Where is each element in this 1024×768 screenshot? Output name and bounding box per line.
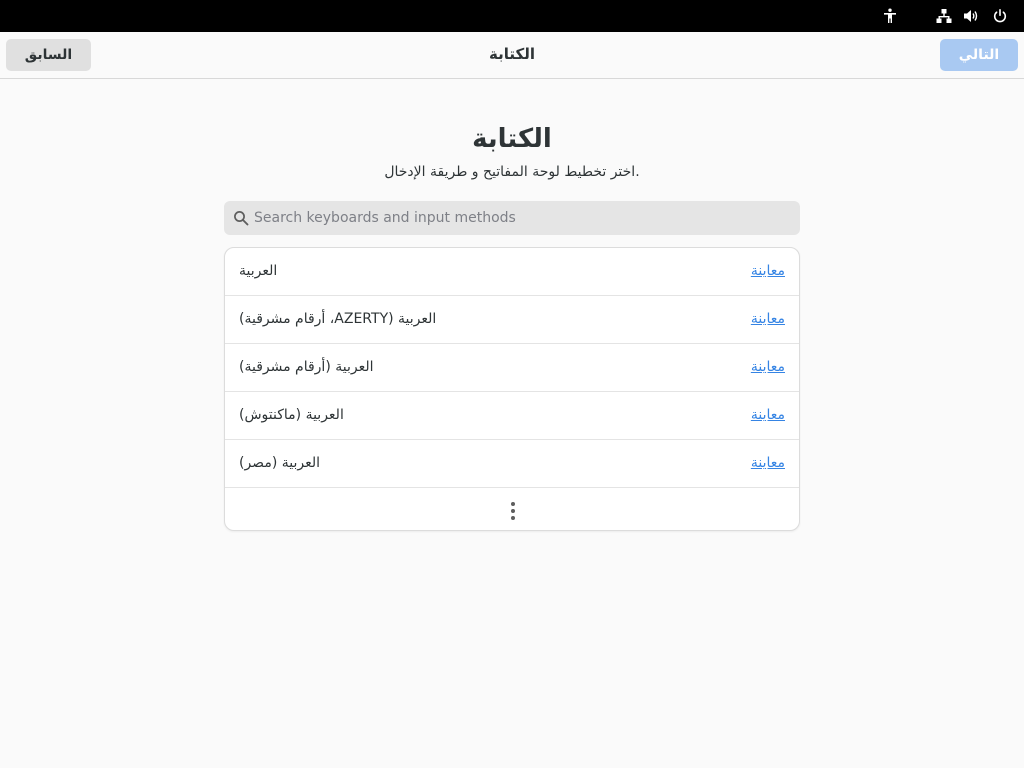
keyboard-layout-list: العربية معاينة العربية (AZERTY، أرقام مش… <box>224 247 800 531</box>
preview-link[interactable]: معاينة <box>751 248 785 294</box>
layout-name: العربية (مصر) <box>239 455 320 471</box>
search-box[interactable] <box>224 201 800 235</box>
header-title: الكتابة <box>489 45 535 63</box>
page-title: الكتابة <box>472 124 552 154</box>
page-subtitle: اختر تخطيط لوحة المفاتيح و طريقة الإدخال… <box>384 164 640 180</box>
layout-name: العربية (AZERTY، أرقام مشرقية) <box>239 311 437 327</box>
header-bar: السابق الكتابة التالي <box>0 32 1024 79</box>
search-icon <box>234 211 249 226</box>
next-button[interactable]: التالي <box>940 39 1018 71</box>
preview-link[interactable]: معاينة <box>751 440 785 486</box>
network-icon[interactable] <box>936 8 952 24</box>
layout-row-arabic-azerty-eastern[interactable]: العربية (AZERTY، أرقام مشرقية) معاينة <box>225 296 799 344</box>
layout-row-arabic-egypt[interactable]: العربية (مصر) معاينة <box>225 440 799 488</box>
preview-link[interactable]: معاينة <box>751 344 785 390</box>
top-bar <box>0 0 1024 32</box>
layout-name: العربية (أرقام مشرقية) <box>239 359 374 375</box>
layout-name: العربية <box>239 263 278 279</box>
preview-link[interactable]: معاينة <box>751 392 785 438</box>
show-more-row[interactable] <box>225 488 799 530</box>
preview-link[interactable]: معاينة <box>751 296 785 342</box>
volume-icon[interactable] <box>963 8 979 24</box>
accessibility-icon[interactable] <box>882 8 898 24</box>
layout-name: العربية (ماكنتوش) <box>239 407 344 423</box>
view-more-icon <box>511 502 515 520</box>
layout-row-arabic-macintosh[interactable]: العربية (ماكنتوش) معاينة <box>225 392 799 440</box>
search-input[interactable] <box>254 201 794 235</box>
power-icon[interactable] <box>992 8 1008 24</box>
layout-row-arabic[interactable]: العربية معاينة <box>225 248 799 296</box>
layout-row-arabic-eastern-digits[interactable]: العربية (أرقام مشرقية) معاينة <box>225 344 799 392</box>
